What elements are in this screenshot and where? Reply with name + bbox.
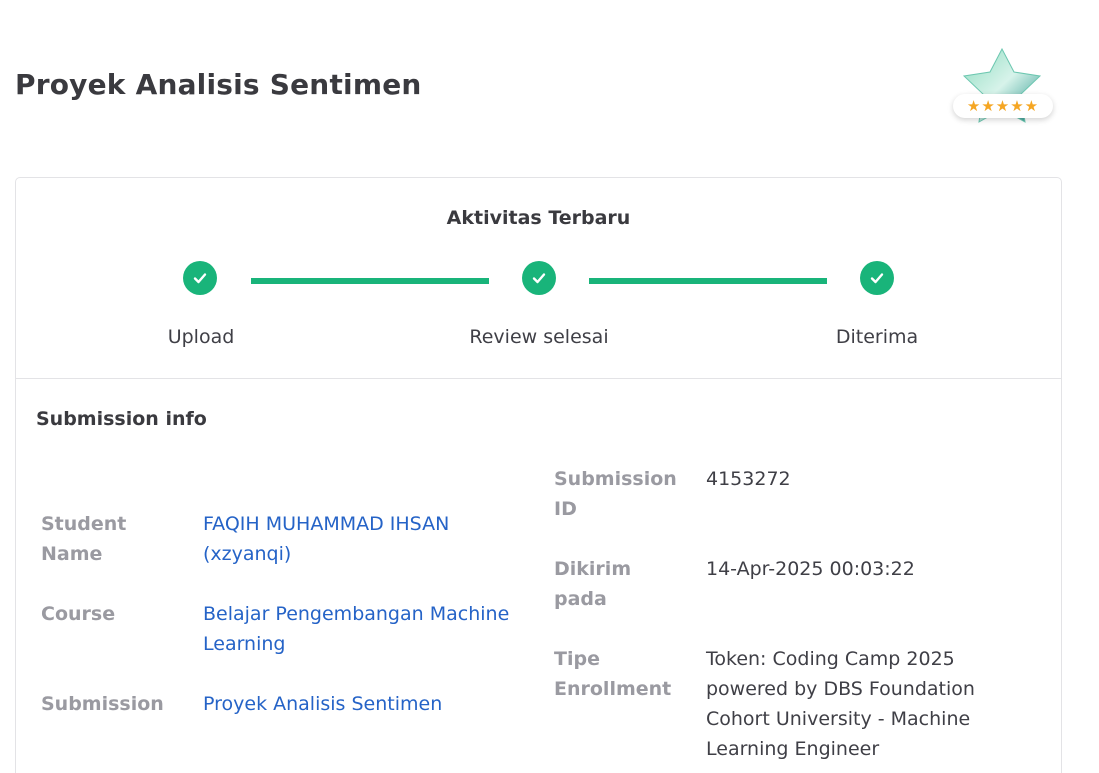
course-value[interactable]: Belajar Pengembangan Machine Learning [203,599,533,659]
activity-title: Aktivitas Terbaru [446,207,631,229]
step-review-check-icon [522,261,556,295]
dikirim-label: Dikirim pada [554,558,632,610]
step-label-upload: Upload [167,326,235,348]
step-connector-1 [251,278,489,284]
dikirim-value: 14-Apr-2025 00:03:22 [706,558,915,580]
step-upload-check-icon [183,261,217,295]
divider [16,378,1061,379]
submission-info-title: Submission info [36,408,207,430]
student-name-value[interactable]: FAQIH MUHAMMAD IHSAN (xzyanqi) [203,509,533,569]
submission-id-label: Submission ID [554,468,677,520]
step-diterima-check-icon [860,261,894,295]
step-label-review: Review selesai [469,326,609,348]
student-name-link[interactable]: FAQIH MUHAMMAD IHSAN (xzyanqi) [203,513,449,565]
page: Proyek Analisis Sentimen ★★★★★ Aktivitas… [0,0,1099,773]
tipe-enrollment-label: Tipe Enrollment [554,648,672,700]
submission-id-value: 4153272 [706,468,791,490]
course-label: Course [41,603,116,625]
star-rating-badge: ★★★★★ [948,44,1058,134]
student-name-label: Student Name [41,513,127,565]
tipe-enrollment-value: Token: Coding Camp 2025 powered by DBS F… [706,648,975,760]
submission-card: Aktivitas Terbaru Upload Review selesai … [15,177,1062,773]
submission-value[interactable]: Proyek Analisis Sentimen [203,689,533,719]
star-badge-icon [962,47,1042,123]
submission-label: Submission [41,693,164,715]
step-connector-2 [589,278,827,284]
rating-stars: ★★★★★ [953,94,1053,118]
page-title: Proyek Analisis Sentimen [15,68,422,101]
submission-link[interactable]: Proyek Analisis Sentimen [203,693,442,715]
step-label-diterima: Diterima [835,326,919,348]
course-link[interactable]: Belajar Pengembangan Machine Learning [203,603,509,655]
